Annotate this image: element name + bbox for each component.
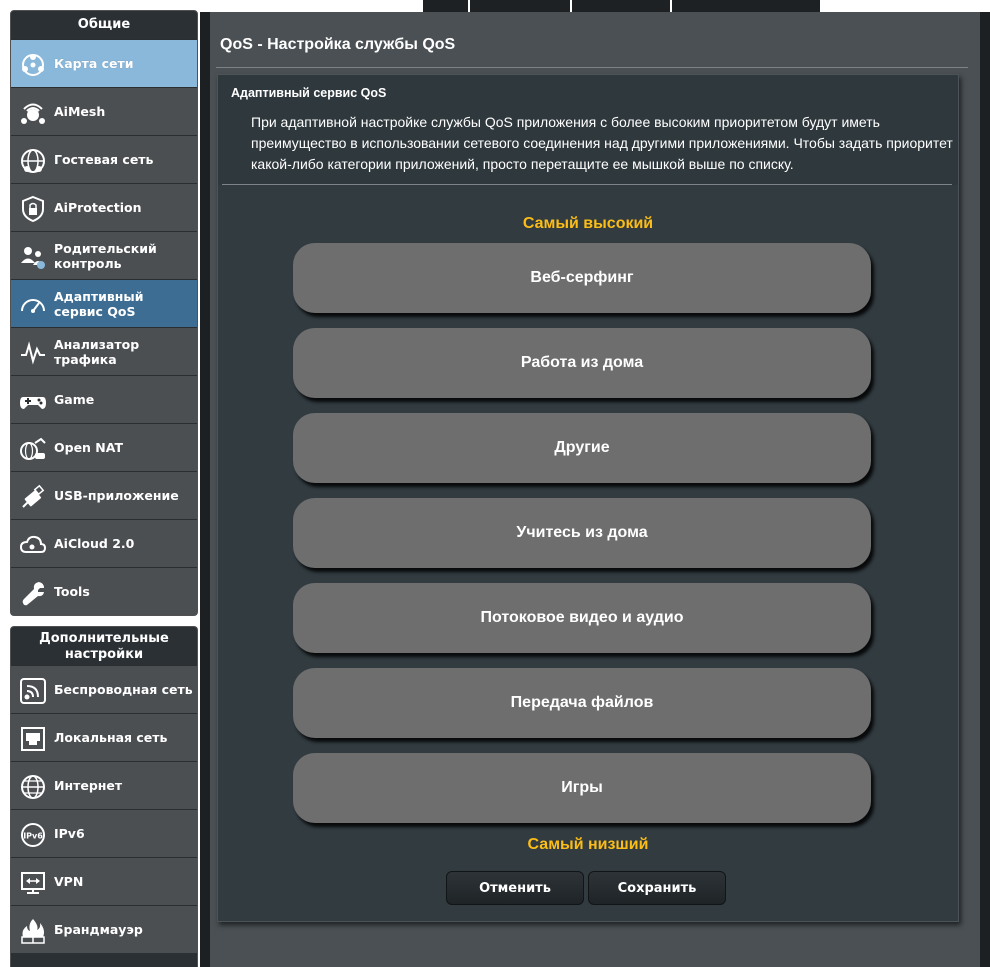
sidebar-item-aiprotection[interactable]: AiProtection — [11, 183, 197, 231]
header-divider — [216, 67, 968, 68]
sidebar-item-label: Tools — [54, 584, 90, 599]
sidebar-item-label: Game — [54, 392, 95, 407]
sidebar-item-label: Брандмауэр — [54, 922, 143, 937]
category-file-transfer[interactable]: Передача файлов — [293, 668, 871, 738]
open-nat-icon — [18, 434, 48, 464]
category-learn-from-home[interactable]: Учитесь из дома — [293, 498, 871, 568]
sidebar-item-ipv6[interactable]: IPv6 IPv6 — [11, 809, 197, 857]
sidebar-item-label: USB-приложение — [54, 488, 179, 503]
sidebar-item-open-nat[interactable]: Open NAT — [11, 423, 197, 471]
priority-highest-label: Самый высокий — [522, 215, 654, 232]
sidebar-item-label: Интернет — [54, 778, 123, 793]
firewall-icon — [18, 916, 48, 946]
sidebar-item-label: Адаптивный сервис QoS — [54, 289, 144, 319]
sidebar-item-firewall[interactable]: Брандмауэр — [11, 905, 197, 953]
sidebar-item-label: AiCloud 2.0 — [54, 536, 135, 551]
cancel-button[interactable]: Отменить — [446, 871, 584, 905]
sidebar-item-tools[interactable]: Tools — [11, 567, 197, 615]
wireless-icon — [18, 676, 48, 706]
wrench-icon — [18, 578, 48, 608]
lan-icon — [18, 724, 48, 754]
sidebar-item-adaptive-qos[interactable]: Адаптивный сервис QoS — [11, 279, 197, 327]
sidebar-item-label: AiProtection — [54, 200, 142, 215]
gamepad-icon — [18, 386, 48, 416]
shield-lock-icon — [18, 194, 48, 224]
page-header: QoS - Настройка службы QoS — [210, 18, 972, 68]
sidebar-item-aicloud[interactable]: AiCloud 2.0 — [11, 519, 197, 567]
sidebar-item-label: Гостевая сеть — [54, 152, 154, 167]
save-button[interactable]: Сохранить — [588, 871, 726, 905]
main-border-left — [200, 12, 210, 967]
section-title: Адаптивный сервис QoS — [231, 86, 387, 100]
sidebar-item-parental-control[interactable]: Родительский контроль — [11, 231, 197, 279]
ipv6-icon: IPv6 — [18, 820, 48, 850]
sidebar-item-usb-application[interactable]: USB-приложение — [11, 471, 197, 519]
sidebar-item-internet[interactable]: Интернет — [11, 761, 197, 809]
cloud-icon — [18, 530, 48, 560]
section-divider — [222, 184, 952, 185]
general-menu-group: Общие Карта сети AiMesh Гостевая сеть Ai… — [10, 10, 198, 616]
category-streaming[interactable]: Потоковое видео и аудио — [293, 583, 871, 653]
qos-description-area: Адаптивный сервис QoS При адаптивной нас… — [218, 75, 958, 185]
sidebar: Общие Карта сети AiMesh Гостевая сеть Ai… — [0, 0, 200, 967]
sidebar-item-vpn[interactable]: VPN — [11, 857, 197, 905]
sidebar-item-label: Карта сети — [54, 56, 134, 71]
advanced-menu-group: Дополнительные настройки Беспроводная се… — [10, 626, 198, 967]
svg-text:IPv6: IPv6 — [23, 832, 43, 841]
sidebar-item-game[interactable]: Game — [11, 375, 197, 423]
traffic-analyzer-icon — [18, 338, 48, 368]
sidebar-item-network-map[interactable]: Карта сети — [11, 39, 197, 87]
qos-content-box: Адаптивный сервис QoS При адаптивной нас… — [217, 74, 959, 922]
parental-control-icon — [18, 242, 48, 272]
sidebar-item-label: Open NAT — [54, 440, 123, 455]
top-tabs-strip — [200, 0, 990, 18]
sidebar-item-label: IPv6 — [54, 826, 85, 841]
sidebar-item-lan[interactable]: Локальная сеть — [11, 713, 197, 761]
general-menu-title: Общие — [77, 17, 131, 32]
category-work-from-home[interactable]: Работа из дома — [293, 328, 871, 398]
sidebar-item-guest-network[interactable]: Гостевая сеть — [11, 135, 197, 183]
guest-network-icon — [18, 146, 48, 176]
sidebar-item-traffic-analyzer[interactable]: Анализатор трафика — [11, 327, 197, 375]
qos-description: При адаптивной настройке службы QoS прил… — [251, 114, 953, 172]
network-map-icon — [18, 50, 48, 80]
vpn-icon — [18, 868, 48, 898]
speedometer-icon — [18, 290, 48, 320]
globe-icon — [18, 772, 48, 802]
sidebar-item-label: Родительский контроль — [54, 241, 157, 271]
sidebar-item-label: Беспроводная сеть — [54, 682, 193, 697]
priority-lowest-label: Самый низший — [527, 836, 649, 853]
sidebar-item-label: AiMesh — [54, 104, 106, 119]
main-panel: QoS - Настройка службы QoS Адаптивный се… — [210, 12, 980, 967]
advanced-menu-title: Дополнительные настройки — [39, 631, 169, 662]
sidebar-item-wireless[interactable]: Беспроводная сеть — [11, 665, 197, 713]
sidebar-item-label: Локальная сеть — [54, 730, 168, 745]
category-gaming[interactable]: Игры — [293, 753, 871, 823]
aimesh-icon — [18, 98, 48, 128]
page-title: QoS - Настройка службы QoS — [220, 36, 456, 53]
category-web-surfing[interactable]: Веб-серфинг — [293, 243, 871, 313]
sidebar-item-aimesh[interactable]: AiMesh — [11, 87, 197, 135]
sidebar-item-label: Анализатор трафика — [54, 337, 140, 367]
category-others[interactable]: Другие — [293, 413, 871, 483]
sidebar-item-label: VPN — [54, 874, 84, 889]
usb-icon — [18, 482, 48, 512]
